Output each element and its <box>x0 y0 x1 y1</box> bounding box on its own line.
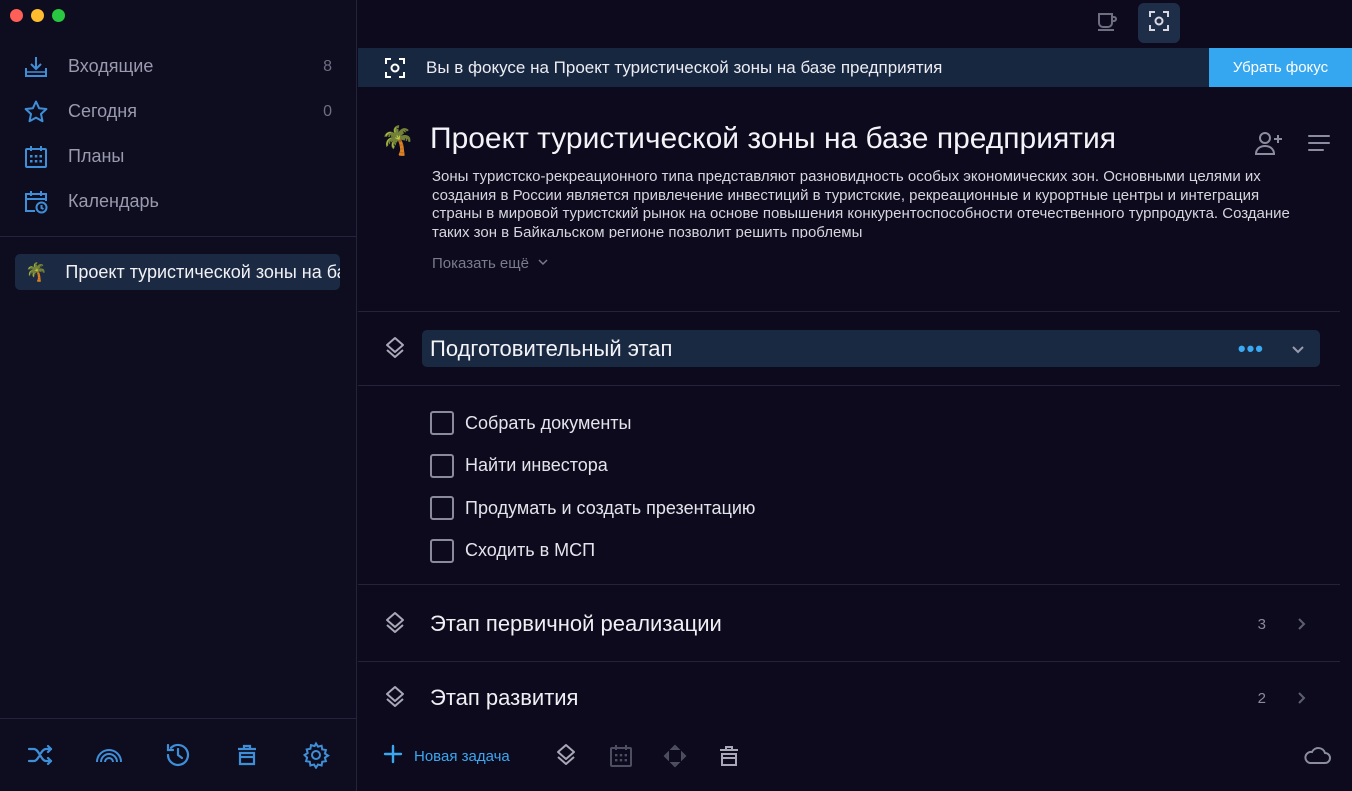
sidebar-item-project[interactable]: 🌴 Проект туристической зоны на базе пред… <box>15 254 340 290</box>
menu-icon[interactable] <box>1302 126 1336 160</box>
palm-tree-icon: 🌴 <box>25 261 48 282</box>
task-checkbox[interactable] <box>430 453 454 478</box>
chevron-right-icon <box>1292 615 1310 633</box>
show-more-link[interactable]: Показать ещё <box>432 255 549 272</box>
sidebar-divider <box>0 236 356 237</box>
sidebar-nav: Входящие 8 Сегодня 0 Планы Календарь <box>0 44 356 224</box>
task-label: Сходить в МСП <box>465 540 596 561</box>
palm-tree-icon: 🌴 <box>380 125 415 156</box>
project-description[interactable]: Зоны туристско-рекреационного типа предс… <box>432 168 1302 238</box>
section-title: Этап развития <box>430 685 579 710</box>
sidebar-item-label: Планы <box>68 146 125 166</box>
section-icon <box>382 336 408 362</box>
sidebar-toolbar <box>0 718 356 791</box>
calendar-icon[interactable] <box>606 741 636 771</box>
chevron-right-icon <box>1292 689 1310 707</box>
new-task-label: Новая задача <box>414 747 510 765</box>
cloud-icon[interactable] <box>1302 741 1332 771</box>
section-icon <box>382 685 408 711</box>
task-label: Собрать документы <box>465 412 632 433</box>
focus-banner-text: Вы в фокусе на Проект туристической зоны… <box>426 57 943 77</box>
task-item[interactable]: Собрать документы <box>430 402 755 445</box>
show-more-label: Показать ещё <box>432 255 529 272</box>
minimize-window-button[interactable] <box>31 9 44 22</box>
rainbow-icon[interactable] <box>93 739 125 771</box>
divider <box>358 311 1340 312</box>
section-icon <box>382 611 408 637</box>
inbox-icon <box>22 53 50 81</box>
sidebar-item-calendar[interactable]: Календарь <box>0 179 356 224</box>
task-item[interactable]: Сходить в МСП <box>430 530 755 573</box>
section-header-primary-implementation[interactable]: Этап первичной реализации 3 <box>358 604 1340 644</box>
divider <box>358 661 1340 662</box>
more-options-icon[interactable]: ••• <box>1238 337 1264 360</box>
sidebar-item-label: Календарь <box>68 191 159 211</box>
task-list: Собрать документы Найти инвестора Продум… <box>430 402 755 572</box>
trash-icon[interactable] <box>231 739 263 771</box>
maximize-window-button[interactable] <box>52 9 65 22</box>
focus-icon <box>1147 9 1171 38</box>
shuffle-icon[interactable] <box>24 739 56 771</box>
sidebar-project-label: Проект туристической зоны на базе предпр… <box>65 261 340 282</box>
page-title[interactable]: Проект туристической зоны на базе предпр… <box>430 122 1116 156</box>
task-label: Найти инвестора <box>465 455 608 476</box>
close-window-button[interactable] <box>10 9 23 22</box>
divider <box>358 385 1340 386</box>
sidebar-item-inbox[interactable]: Входящие 8 <box>0 44 356 89</box>
star-icon <box>22 98 50 126</box>
calendar-clock-icon <box>22 188 50 216</box>
task-checkbox[interactable] <box>430 538 454 563</box>
chevron-down-icon[interactable] <box>1288 339 1308 359</box>
chevron-down-icon <box>537 255 549 272</box>
bottom-toolbar: Новая задача <box>358 736 1352 776</box>
section-header-preparatory[interactable]: Подготовительный этап ••• <box>422 330 1320 367</box>
plans-calendar-icon <box>22 143 50 171</box>
section-title: Этап первичной реализации <box>430 611 722 636</box>
focus-banner: Вы в фокусе на Проект туристической зоны… <box>358 48 1352 87</box>
move-icon[interactable] <box>660 741 690 771</box>
coffee-button[interactable] <box>1086 3 1128 43</box>
task-checkbox[interactable] <box>430 411 454 436</box>
task-checkbox[interactable] <box>430 496 454 521</box>
sidebar-item-count: 0 <box>323 102 332 120</box>
top-toolbar <box>358 0 1352 48</box>
section-count: 2 <box>1257 689 1266 707</box>
history-icon[interactable] <box>162 739 194 771</box>
sidebar-item-today[interactable]: Сегодня 0 <box>0 89 356 134</box>
sidebar: Входящие 8 Сегодня 0 Планы Календарь 🌴 П… <box>0 0 357 791</box>
window-controls <box>10 9 65 22</box>
sidebar-item-label: Сегодня <box>68 101 137 121</box>
sidebar-item-plans[interactable]: Планы <box>0 134 356 179</box>
remove-focus-button[interactable]: Убрать фокус <box>1209 48 1352 87</box>
plus-icon <box>382 743 404 770</box>
focus-button[interactable] <box>1138 3 1180 43</box>
gear-icon[interactable] <box>300 739 332 771</box>
section-title: Подготовительный этап <box>430 335 673 361</box>
add-member-icon[interactable] <box>1252 126 1286 160</box>
main-panel: Вы в фокусе на Проект туристической зоны… <box>358 0 1352 791</box>
task-item[interactable]: Продумать и создать презентацию <box>430 487 755 530</box>
task-item[interactable]: Найти инвестора <box>430 445 755 488</box>
coffee-icon <box>1095 9 1119 38</box>
task-label: Продумать и создать презентацию <box>465 497 756 518</box>
trash-icon[interactable] <box>714 741 744 771</box>
sidebar-item-label: Входящие <box>68 56 154 76</box>
section-count: 3 <box>1257 615 1266 633</box>
new-task-button[interactable]: Новая задача <box>382 743 510 770</box>
sidebar-item-count: 8 <box>323 57 332 75</box>
divider <box>358 584 1340 585</box>
focus-icon <box>382 55 408 81</box>
add-section-icon[interactable] <box>551 741 581 771</box>
section-header-development[interactable]: Этап развития 2 <box>358 678 1340 718</box>
